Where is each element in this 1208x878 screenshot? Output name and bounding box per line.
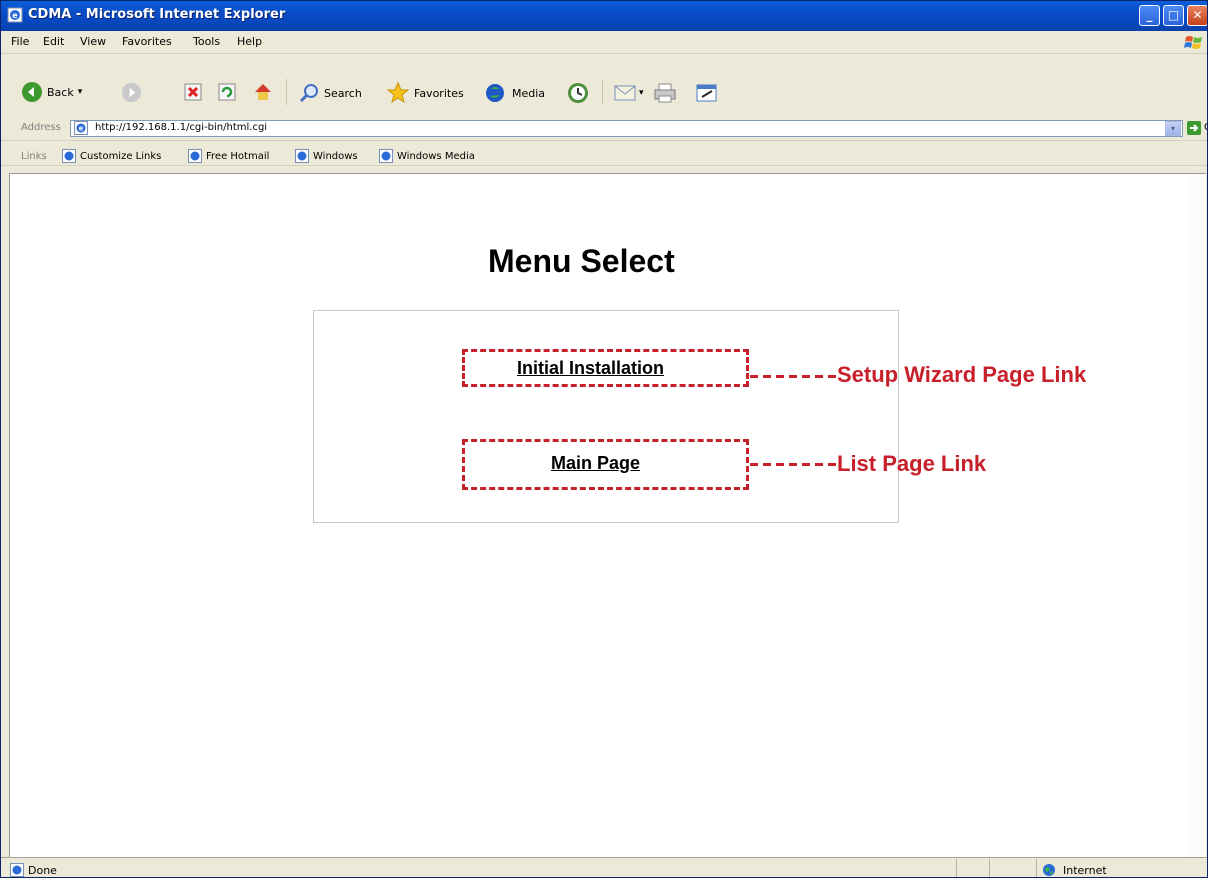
home-icon[interactable]: [252, 81, 274, 103]
links-label: Links: [21, 151, 47, 162]
mail-icon[interactable]: [613, 83, 637, 103]
callout-connector: [750, 463, 837, 466]
ie-page-icon: [188, 149, 202, 163]
callout-list-page: List Page Link: [837, 451, 987, 476]
links-bar: [1, 141, 1207, 166]
forward-arrow-icon[interactable]: [121, 82, 142, 103]
search-label: Search: [324, 86, 362, 100]
windows-logo-icon: [1184, 36, 1202, 49]
menu-view[interactable]: View: [80, 35, 106, 48]
menu-help[interactable]: Help: [237, 35, 262, 48]
go-button[interactable]: Go: [1204, 122, 1207, 133]
status-divider: [989, 859, 990, 877]
toolbar-separator: [286, 79, 287, 105]
page-title: Menu Select: [488, 243, 675, 279]
back-button[interactable]: Back ▾: [21, 81, 82, 103]
search-icon: [299, 84, 318, 103]
go-arrow-icon[interactable]: [1187, 121, 1201, 135]
svg-text:e: e: [79, 125, 84, 133]
globe-icon: [1043, 864, 1055, 876]
link-windows-media[interactable]: Windows Media: [379, 149, 475, 163]
status-text: Done: [28, 864, 57, 877]
title-bar[interactable]: e CDMA - Microsoft Internet Explorer _ □…: [1, 1, 1207, 31]
print-icon[interactable]: [653, 82, 677, 104]
edit-icon[interactable]: [695, 82, 719, 104]
favorites-label: Favorites: [414, 86, 464, 100]
initial-installation-link[interactable]: Initial Installation: [517, 358, 664, 379]
main-page-link[interactable]: Main Page: [551, 453, 640, 474]
menu-favorites[interactable]: Favorites: [122, 35, 172, 48]
ie-page-icon: e: [74, 121, 88, 135]
close-button[interactable]: ✕: [1187, 5, 1207, 26]
link-customize-links[interactable]: Customize Links: [62, 149, 161, 163]
security-zone: Internet: [1063, 864, 1107, 877]
mail-dropdown-icon[interactable]: ▾: [639, 88, 644, 98]
minimize-button[interactable]: _: [1139, 5, 1160, 26]
media-button[interactable]: Media: [484, 81, 545, 105]
ie-page-icon: [10, 863, 24, 877]
stop-icon[interactable]: [183, 82, 203, 102]
browser-window: e CDMA - Microsoft Internet Explorer _ □…: [0, 0, 1208, 878]
status-bar: [1, 857, 1207, 877]
status-divider: [1036, 859, 1037, 877]
status-divider: [956, 859, 957, 877]
address-dropdown-button[interactable]: ▾: [1165, 121, 1181, 136]
menu-tools[interactable]: Tools: [193, 35, 220, 48]
search-button[interactable]: Search: [298, 82, 362, 104]
toolbar-separator: [602, 79, 603, 105]
ie-page-icon: [295, 149, 309, 163]
favorites-button[interactable]: Favorites: [386, 81, 464, 105]
link-label: Windows: [313, 150, 358, 162]
link-label: Customize Links: [80, 150, 162, 162]
callout-setup-wizard: Setup Wizard Page Link: [837, 362, 1087, 387]
link-label: Free Hotmail: [206, 150, 270, 162]
back-arrow-icon: [22, 82, 42, 102]
history-icon[interactable]: [566, 81, 590, 105]
callout-connector: [750, 375, 837, 378]
window-title: CDMA - Microsoft Internet Explorer: [28, 7, 286, 22]
ie-page-icon: e: [7, 7, 23, 23]
menu-bar: File Edit View Favorites Tools Help: [1, 31, 1207, 54]
chevron-down-icon: ▾: [77, 87, 83, 97]
address-label: Address: [21, 122, 61, 133]
menu-panel: [313, 310, 899, 523]
svg-text:e: e: [12, 11, 18, 20]
menu-file[interactable]: File: [11, 35, 29, 48]
link-free-hotmail[interactable]: Free Hotmail: [188, 149, 269, 163]
favorites-star-icon: [386, 81, 410, 104]
ie-page-icon: [379, 149, 393, 163]
back-label: Back: [47, 85, 74, 99]
refresh-icon[interactable]: [217, 82, 237, 102]
address-url[interactable]: http://192.168.1.1/cgi-bin/html.cgi: [95, 122, 267, 133]
media-label: Media: [512, 86, 546, 100]
menu-edit[interactable]: Edit: [43, 35, 64, 48]
link-label: Windows Media: [397, 150, 475, 162]
link-windows[interactable]: Windows: [295, 149, 358, 163]
media-icon: [486, 84, 504, 102]
ie-page-icon: [62, 149, 76, 163]
vertical-scrollbar[interactable]: [1190, 174, 1205, 857]
maximize-button[interactable]: □: [1163, 5, 1184, 26]
